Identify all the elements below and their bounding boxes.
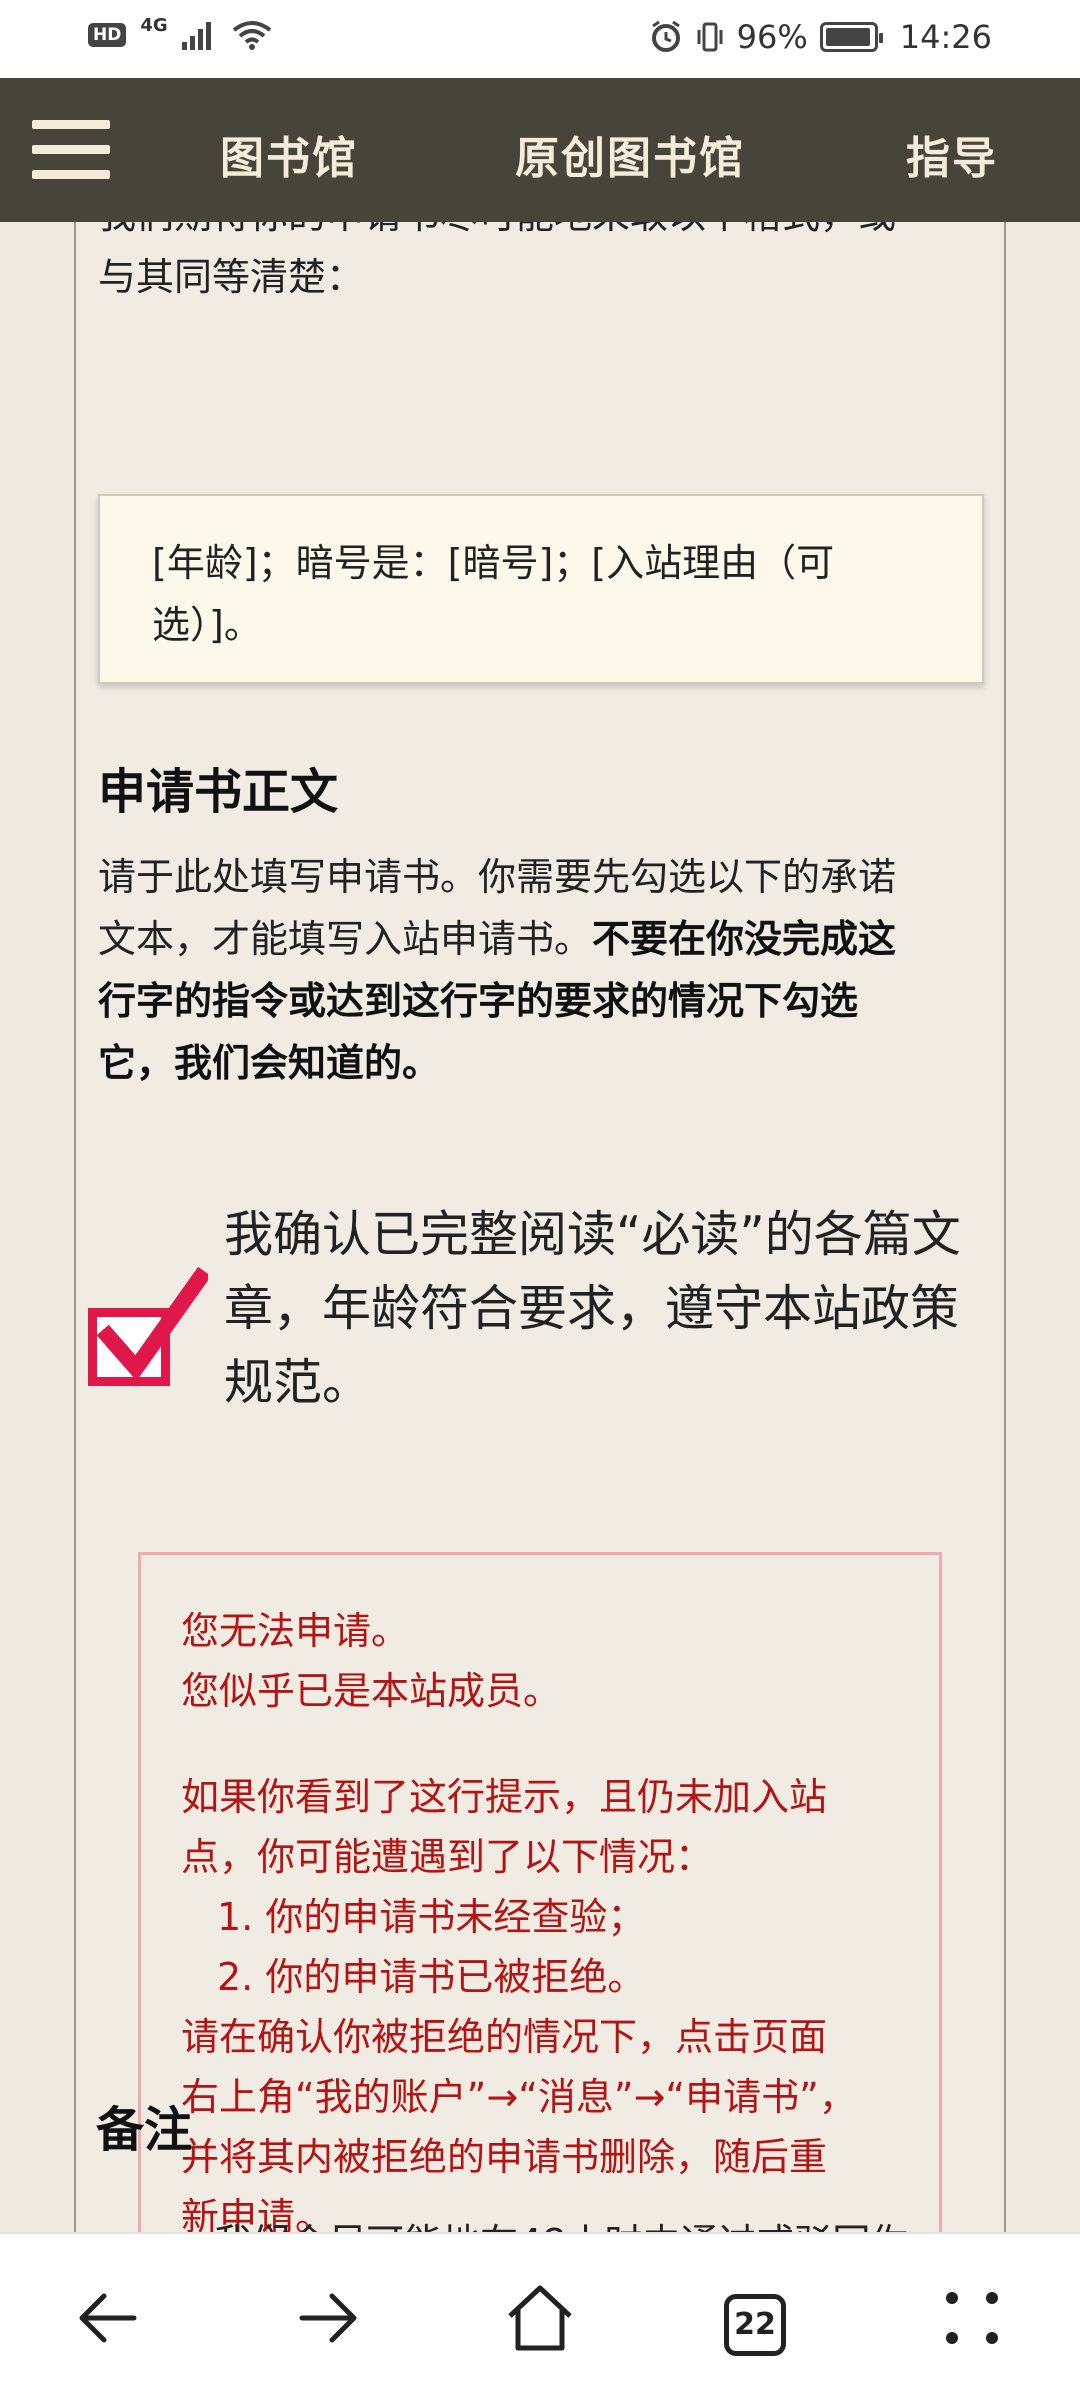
top-navigation: 图书馆 原创图书馆 指导 [0, 78, 1080, 222]
error-item-2: 2. 你的申请书已被拒绝。 [217, 1955, 646, 1999]
nav-guide[interactable]: 指导 [906, 122, 998, 186]
format-quote-line-1: [年龄]；暗号是：[暗号]；[入站理由（可 [152, 541, 835, 585]
wifi-icon [232, 21, 271, 50]
status-right: 96% 14:26 [649, 18, 992, 56]
error-line-7: 并将其内被拒绝的申请书删除，随后重 [181, 2135, 828, 2179]
error-line-3: 如果你看到了这行提示，且仍未加入站 [181, 1775, 828, 1819]
instruction-line-4: 它，我们会知道的。 [98, 1041, 441, 1085]
error-line-2: 您似乎已是本站成员。 [181, 1669, 562, 1713]
menu-icon[interactable] [32, 120, 110, 180]
error-line-5: 请在确认你被拒绝的情况下，点击页面 [181, 2015, 828, 2059]
home-icon[interactable] [500, 2278, 580, 2358]
alarm-icon [651, 20, 680, 52]
back-arrow-icon[interactable] [70, 2278, 150, 2358]
clipped-text: 我们期待你的申请书尽可能地采取以下格式，或 [98, 222, 968, 246]
agreement-label-line-3: 规范。 [224, 1354, 372, 1411]
error-message-box: 您无法申请。 您似乎已是本站成员。 如果你看到了这行提示，且仍未加入站 点，你可… [138, 1552, 942, 2232]
clipped-bottom-text: 我们会尽可能地在48小时内通过或驳回你 [214, 2212, 974, 2232]
content-panel: 我们期待你的申请书尽可能地采取以下格式，或 与其同等清楚： [年龄]；暗号是：[… [74, 222, 1006, 2232]
tabs-count-button[interactable]: 22 [724, 2294, 786, 2356]
agreement-label-line-2: 章，年龄符合要求，遵守本站政策 [224, 1280, 960, 1337]
heading-notes-visible: 备注 [96, 2102, 193, 2158]
network-label: 4G [140, 14, 168, 36]
error-line-1: 您无法申请。 [181, 1609, 410, 1653]
heading-application-body: 申请书正文 [98, 764, 339, 820]
agreement-label-line-1: 我确认已完整阅读“必读”的各篇文 [224, 1206, 961, 1263]
instruction-line-2: 文本，才能填写入站申请书。不要在你没完成这 [98, 908, 968, 970]
nav-original-library[interactable]: 原创图书馆 [515, 122, 745, 186]
more-options-icon[interactable] [932, 2278, 1012, 2358]
agreement-label[interactable]: 我确认已完整阅读“必读”的各篇文 章，年龄符合要求，遵守本站政策 规范。 [224, 1198, 984, 1420]
error-line-4: 点，你可能遭遇到了以下情况： [181, 1835, 714, 1879]
error-item-1: 1. 你的申请书未经查验； [217, 1895, 646, 1939]
vibrate-icon [697, 22, 723, 52]
format-quote: [年龄]；暗号是：[暗号]；[入站理由（可 选）]。 [98, 494, 984, 684]
format-quote-line-2: 选）]。 [152, 603, 262, 647]
status-left: HD 4G [88, 15, 272, 50]
error-line-6: 右上角“我的账户”→“消息”→“申请书”， [181, 2075, 857, 2119]
status-bar: HD 4G 96% 14:26 [0, 0, 1080, 78]
browser-bottom-bar: 22 [0, 2232, 1080, 2400]
page: 我们期待你的申请书尽可能地采取以下格式，或 与其同等清楚： [年龄]；暗号是：[… [0, 222, 1080, 2232]
clock: 14:26 [899, 18, 992, 56]
forward-arrow-icon[interactable] [286, 2278, 366, 2358]
nav-library[interactable]: 图书馆 [220, 122, 358, 186]
checkmark-icon [96, 1266, 208, 1381]
instruction-plain: 文本，才能填写入站申请书。 [98, 917, 593, 961]
signal-icon [181, 22, 211, 50]
battery-icon [819, 22, 883, 52]
intro-text: 与其同等清楚： [98, 255, 365, 299]
battery-percent: 96% [736, 18, 808, 56]
instruction-bold: 不要在你没完成这 [592, 917, 897, 961]
hd-badge: HD [88, 23, 127, 47]
instruction-line-3: 行字的指令或达到这行字的要求的情况下勾选 [98, 979, 859, 1023]
instruction-line-1: 请于此处填写申请书。你需要先勾选以下的承诺 [98, 855, 897, 899]
